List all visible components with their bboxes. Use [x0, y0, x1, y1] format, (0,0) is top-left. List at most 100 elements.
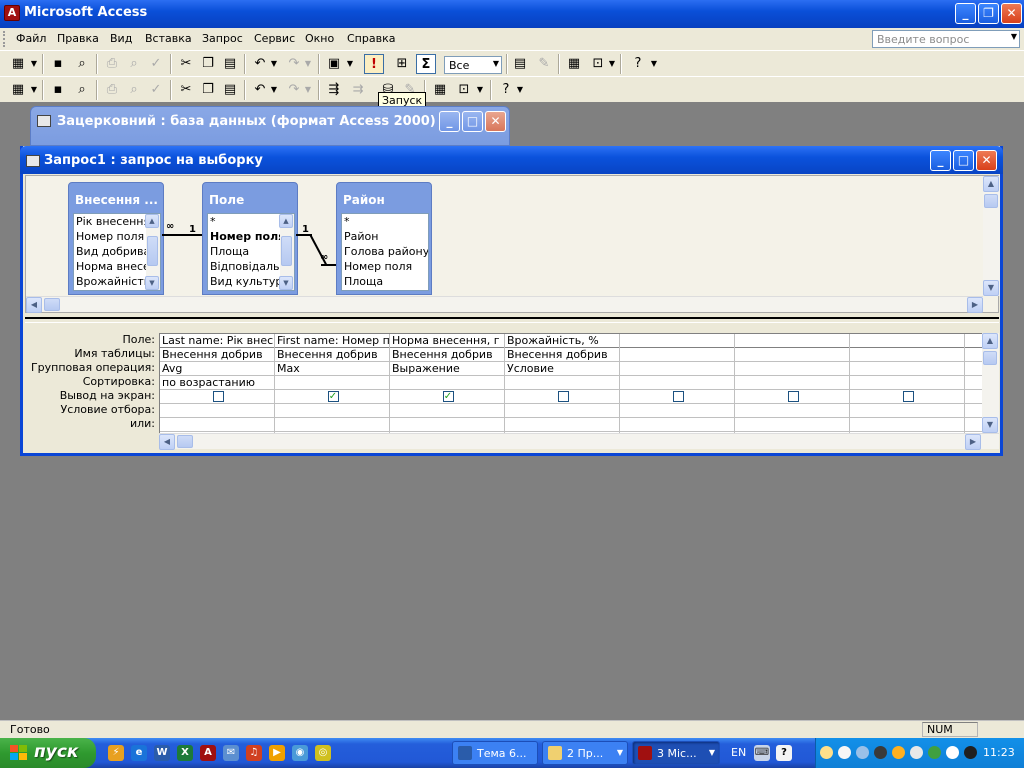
table-box-vnesennya[interactable]: Внесення ... Рік внесення Номер поля Вид…	[68, 182, 164, 295]
grid-cell-field[interactable]: Last name: Рік внес	[160, 334, 274, 348]
scroll-thumb[interactable]	[147, 236, 158, 266]
field-list[interactable]: Рік внесення Номер поля Вид добрива Норм…	[73, 213, 161, 291]
grid-cell-total[interactable]: Max	[275, 362, 389, 376]
undo-icon[interactable]: ↶	[250, 54, 270, 74]
scroll-up-icon[interactable]: ▲	[983, 176, 999, 192]
scroll-down-icon[interactable]: ▼	[145, 276, 159, 290]
scroll-thumb[interactable]	[983, 351, 997, 365]
grid-cell-table[interactable]: Внесення добрив	[390, 348, 504, 362]
quicklaunch-access-icon[interactable]: A	[200, 745, 216, 761]
quicklaunch-excel-icon[interactable]: X	[177, 745, 193, 761]
query-title-bar[interactable]: Запрос1 : запрос на выборку _ □ ✕	[20, 146, 1003, 174]
undo-icon-2[interactable]: ↶	[250, 80, 270, 100]
field-list[interactable]: * Район Голова району Номер поля Площа	[341, 213, 429, 291]
relation-line[interactable]	[162, 234, 202, 236]
scroll-down-icon[interactable]: ▼	[983, 280, 999, 296]
menu-help[interactable]: Справка	[347, 32, 395, 45]
properties-icon[interactable]: ▤	[510, 54, 530, 74]
grid-cell-sort[interactable]	[850, 376, 964, 390]
scroll-up-icon[interactable]: ▲	[145, 214, 159, 228]
grid-cell-field[interactable]	[735, 334, 849, 348]
query-type-dropdown-icon[interactable]: ▼	[346, 54, 354, 74]
grid-cell-criteria[interactable]	[390, 404, 504, 418]
field-item[interactable]: Голова району	[342, 244, 428, 259]
grid-cell-sort[interactable]	[735, 376, 849, 390]
query-type-icon[interactable]: ▣	[324, 54, 344, 74]
grid-cell-total[interactable]	[850, 362, 964, 376]
tray-icon[interactable]	[820, 746, 833, 759]
print-icon[interactable]: ⎙	[102, 54, 122, 74]
query-maximize-button[interactable]: □	[953, 150, 974, 171]
print-preview-icon-2[interactable]: ⌕	[124, 80, 144, 100]
show-checkbox[interactable]	[672, 391, 684, 402]
undo-dropdown-icon-2[interactable]: ▼	[270, 80, 278, 100]
taskbar-button-word[interactable]: Тема 6...	[452, 741, 538, 765]
tray-icon[interactable]	[838, 746, 851, 759]
quicklaunch-word-icon[interactable]: W	[154, 745, 170, 761]
scroll-right-icon[interactable]: ▶	[967, 297, 983, 313]
scroll-down-icon[interactable]: ▼	[279, 276, 293, 290]
minimize-button[interactable]: _	[955, 3, 976, 24]
field-item[interactable]: *	[342, 214, 428, 229]
menu-query[interactable]: Запрос	[202, 32, 243, 45]
database-window-icon-2[interactable]: ▦	[430, 80, 450, 100]
table-box-rayon[interactable]: Район * Район Голова району Номер поля П…	[336, 182, 432, 295]
view-dropdown-icon[interactable]: ▼	[30, 54, 38, 74]
query-close-button[interactable]: ✕	[976, 150, 997, 171]
help-dropdown-icon-2[interactable]: ▼	[516, 80, 524, 100]
menu-tools[interactable]: Сервис	[254, 32, 295, 45]
grid-cell-criteria[interactable]	[965, 404, 983, 418]
scroll-up-icon[interactable]: ▲	[982, 333, 998, 349]
print-preview-icon[interactable]: ⌕	[124, 54, 144, 74]
save-icon[interactable]: ▪	[48, 54, 68, 74]
show-checkbox[interactable]	[212, 391, 224, 402]
field-list-scrollbar[interactable]: ▲ ▼	[145, 214, 160, 290]
grid-cell-table[interactable]	[735, 348, 849, 362]
grid-cell-sort[interactable]	[275, 376, 389, 390]
grid-cell-or[interactable]	[275, 418, 389, 432]
grid-cell-field[interactable]: Норма внесення, г	[390, 334, 504, 348]
database-window-icon[interactable]: ▦	[564, 54, 584, 74]
qbe-grid[interactable]: Last name: Рік внес Внесення добрив Avg …	[159, 333, 983, 439]
quicklaunch-messenger-icon[interactable]: ◉	[292, 745, 308, 761]
start-button[interactable]: пуск	[0, 738, 96, 768]
paste-icon-2[interactable]: ▤	[220, 80, 240, 100]
show-table-icon[interactable]: ⊞	[392, 54, 412, 74]
grid-cell-sort[interactable]	[390, 376, 504, 390]
scroll-left-icon[interactable]: ◀	[26, 297, 42, 313]
grid-cell-criteria[interactable]	[275, 404, 389, 418]
help-dropdown-icon[interactable]: ▼	[650, 54, 658, 74]
language-indicator[interactable]: EN	[731, 746, 746, 759]
grid-cell-table[interactable]: Внесення добрив	[505, 348, 619, 362]
build-icon[interactable]: ✎	[534, 54, 554, 74]
scroll-thumb[interactable]	[44, 298, 60, 311]
grid-cell-sort[interactable]	[505, 376, 619, 390]
grid-cell-table[interactable]	[850, 348, 964, 362]
help-icon[interactable]: ?	[628, 54, 648, 74]
grid-cell-table[interactable]	[620, 348, 734, 362]
field-item[interactable]: Номер поля	[342, 259, 428, 274]
print-icon-2[interactable]: ⎙	[102, 80, 122, 100]
run-query-icon[interactable]: !	[364, 54, 384, 74]
grid-cell-sort[interactable]	[620, 376, 734, 390]
menu-edit[interactable]: Правка	[57, 32, 99, 45]
field-list-scrollbar[interactable]: ▲ ▼	[279, 214, 294, 290]
grid-cell-or[interactable]	[735, 418, 849, 432]
db-maximize-button[interactable]: □	[462, 111, 483, 132]
tray-icon[interactable]	[928, 746, 941, 759]
undo-dropdown-icon[interactable]: ▼	[270, 54, 278, 74]
scroll-thumb[interactable]	[281, 236, 292, 266]
field-item[interactable]: Район	[342, 229, 428, 244]
grid-cell-total[interactable]: Условие	[505, 362, 619, 376]
app-title-bar[interactable]: A Microsoft Access _ ❐ ✕	[0, 0, 1024, 28]
grid-cell-field[interactable]: Врожайність, %	[505, 334, 619, 348]
new-object-dropdown-icon[interactable]: ▼	[608, 54, 616, 74]
view-icon[interactable]: ▦	[8, 54, 28, 74]
redo-icon-2[interactable]: ↷	[284, 80, 304, 100]
help-icon-2[interactable]: ?	[496, 80, 516, 100]
tray-icon[interactable]	[856, 746, 869, 759]
database-window[interactable]: Зацерковний : база данных (формат Access…	[30, 106, 510, 146]
keyboard-icon[interactable]: ⌨	[754, 745, 770, 761]
new-object-dropdown-icon-2[interactable]: ▼	[476, 80, 484, 100]
grid-cell-criteria[interactable]	[735, 404, 849, 418]
